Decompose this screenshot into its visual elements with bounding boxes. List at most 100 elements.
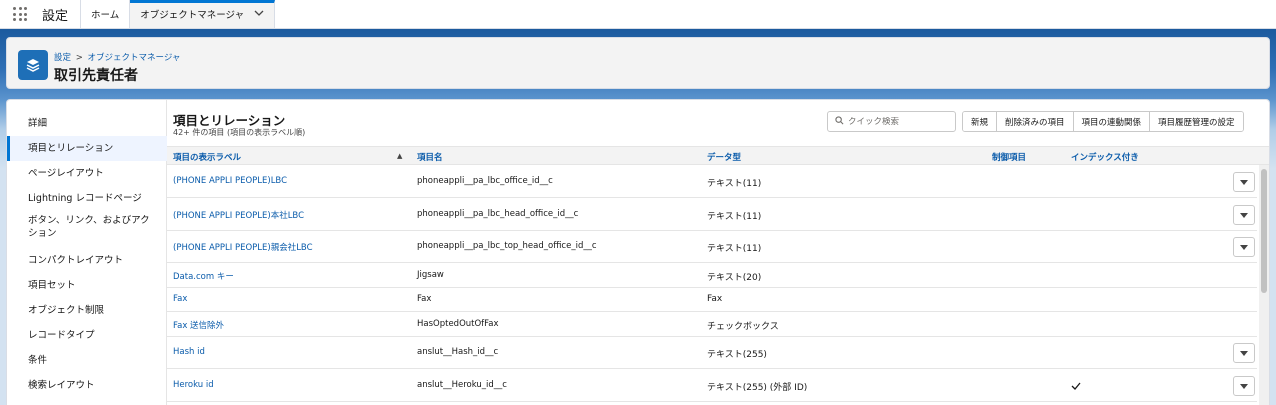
check-icon [1071,382,1081,393]
field-data-type: テキスト(20) [707,273,762,283]
field-label-link[interactable]: Heroku id [173,380,214,390]
field-api-name: anslut__Hash_id__c [417,347,499,357]
sidebar-item-label: 詳細 [28,118,48,129]
table-scrollbar[interactable] [1259,165,1269,405]
field-label-link[interactable]: Fax 送信除外 [173,319,224,331]
field-api-name: phoneappli__pa_lbc_head_office_id__c [417,209,579,219]
row-actions-button[interactable] [1233,376,1255,396]
column-header-api-name[interactable]: 項目名 [417,151,443,163]
field-label-link[interactable]: Hash id [173,347,205,357]
sidebar-item-label: 項目セット [28,279,76,291]
column-header-label[interactable]: 項目の表示ラベル [173,151,241,163]
sidebar-item[interactable]: ページレイアウト [7,161,167,186]
table-row: Heroku id anslut__Heroku_id__c テキスト(255) (… [167,369,1257,402]
sidebar-item[interactable]: 項目とリレーション [7,136,167,161]
tab-object-manager-label: オブジェクトマネージャ [140,10,245,21]
field-history-button[interactable]: 項目履歴管理の設定 [1150,112,1243,131]
tab-object-manager[interactable]: オブジェクトマネージャ [130,0,276,28]
field-api-name: Fax [417,294,432,304]
breadcrumb-settings[interactable]: 設定 [54,53,71,63]
sidebar-item[interactable]: レコードタイプ [7,323,167,348]
sidebar-item-label: 条件 [28,354,48,366]
row-actions-button[interactable] [1233,343,1255,363]
page-title: 取引先責任者 [54,68,138,84]
field-api-name: HasOptedOutOfFax [417,319,499,329]
field-data-type: テキスト(255) [707,350,767,360]
sidebar-item-label: ページレイアウト [28,167,104,179]
fields-section: 項目とリレーション 42+ 件の項目 (項目の表示ラベル順) 新規 削除済みの項… [167,100,1269,405]
chevron-down-icon [1240,383,1248,389]
table-row: Data.com キー Jigsaw テキスト(20) [167,263,1257,288]
global-nav-bar: 設定 ホーム オブジェクトマネージャ [0,0,1276,29]
tab-home-label: ホーム [91,10,120,21]
new-button[interactable]: 新規 [963,112,998,131]
sidebar: 詳細項目とリレーション ページレイアウト Lightning レコードページボタン、… [7,100,167,405]
field-api-name: Jigsaw [417,270,444,280]
quick-search[interactable] [827,111,956,132]
page-header: 設定 > オブジェクトマネージャ 取引先責任者 [6,37,1270,89]
table-row: (PHONE APPLI PEOPLE)親会社LBC phoneappli__pa… [167,231,1257,263]
sidebar-item[interactable]: オブジェクト制限 [7,298,167,323]
row-actions-button[interactable] [1233,205,1255,225]
scrollbar-thumb[interactable] [1261,169,1267,293]
field-label-link[interactable]: (PHONE APPLI PEOPLE)LBC [173,176,287,186]
row-actions-button[interactable] [1233,172,1255,192]
field-dependencies-button[interactable]: 項目の連動関係 [1073,112,1151,131]
table-row: Fax 送信除外 HasOptedOutOfFax チェックボックス [167,312,1257,337]
breadcrumb-separator: > [75,53,83,63]
breadcrumb-object-manager[interactable]: オブジェクトマネージャ [88,53,181,63]
sidebar-item-label: オブジェクト制限 [28,304,105,316]
breadcrumb: 設定 > オブジェクトマネージャ [54,51,180,63]
action-button-group: 新規 削除済みの項目 項目の連動関係 項目履歴管理の設定 [962,111,1244,132]
deleted-fields-button[interactable]: 削除済みの項目 [997,112,1074,131]
chevron-down-icon [1240,212,1248,218]
sidebar-item[interactable]: 条件 [7,348,167,373]
chevron-down-icon [1240,244,1248,250]
field-label-link[interactable]: Fax [173,294,187,304]
sidebar-item[interactable]: Lightning レコードページ [7,186,167,211]
chevron-down-icon[interactable] [254,9,264,20]
app-launcher-button[interactable] [0,0,40,28]
column-header-indexed[interactable]: インデックス付き [1071,151,1139,163]
field-data-type: テキスト(255) (外部 ID) [707,383,808,393]
sidebar-item[interactable]: 詳細 [7,112,167,136]
sidebar-item-label: ボタン、リンク、およびアクション [28,214,150,239]
sidebar-item[interactable]: 検索レイアウト [7,373,167,398]
layers-icon [18,50,48,80]
waffle-icon [13,7,27,21]
sidebar-item[interactable]: コンパクトレイアウト [7,248,167,273]
tab-home[interactable]: ホーム [81,0,131,28]
sort-ascending-icon[interactable]: ▲ [397,152,402,160]
table-row: (PHONE APPLI PEOPLE)LBC phoneappli__pa_lb… [167,165,1257,198]
chevron-down-icon [1240,179,1248,185]
column-header-controlling[interactable]: 制御項目 [992,151,1026,163]
main-card: 詳細項目とリレーション ページレイアウト Lightning レコードページボタン、… [6,99,1270,405]
field-api-name: phoneappli__pa_lbc_office_id__c [417,176,553,186]
sidebar-item-label: 検索レイアウト [28,379,95,391]
section-subtitle: 42+ 件の項目 (項目の表示ラベル順) [173,128,306,137]
sidebar-item[interactable]: ボタン、リンク、およびアクション [7,211,167,242]
table-row: (PHONE APPLI PEOPLE)本社LBC phoneappli__pa_… [167,198,1257,231]
search-input[interactable] [848,116,948,127]
sidebar-item-label: 項目とリレーション [28,142,114,154]
table-row: Hash id anslut__Hash_id__c テキスト(255) [167,337,1257,369]
field-label-link[interactable]: (PHONE APPLI PEOPLE)親会社LBC [173,241,313,253]
table-header: 項目の表示ラベル ▲ 項目名 データ型 制御項目 インデックス付き [167,146,1269,165]
table-row: Fax Fax Fax [167,288,1257,312]
column-header-type[interactable]: データ型 [707,151,741,163]
field-data-type: テキスト(11) [707,244,762,254]
row-actions-button[interactable] [1233,237,1255,257]
field-data-type: チェックボックス [707,322,779,332]
app-name: 設定 [40,0,82,28]
sidebar-item-label: Lightning レコードページ [28,192,142,204]
field-data-type: テキスト(11) [707,179,762,189]
sidebar-item-label: レコードタイプ [28,329,95,341]
field-label-link[interactable]: (PHONE APPLI PEOPLE)本社LBC [173,209,304,221]
field-label-link[interactable]: Data.com キー [173,270,234,282]
chevron-down-icon [1240,350,1248,356]
search-icon [835,115,844,128]
field-data-type: テキスト(11) [707,212,762,222]
sidebar-item[interactable]: 項目セット [7,273,167,298]
sidebar-item-label: コンパクトレイアウト [28,254,124,266]
field-api-name: anslut__Heroku_id__c [417,380,507,390]
